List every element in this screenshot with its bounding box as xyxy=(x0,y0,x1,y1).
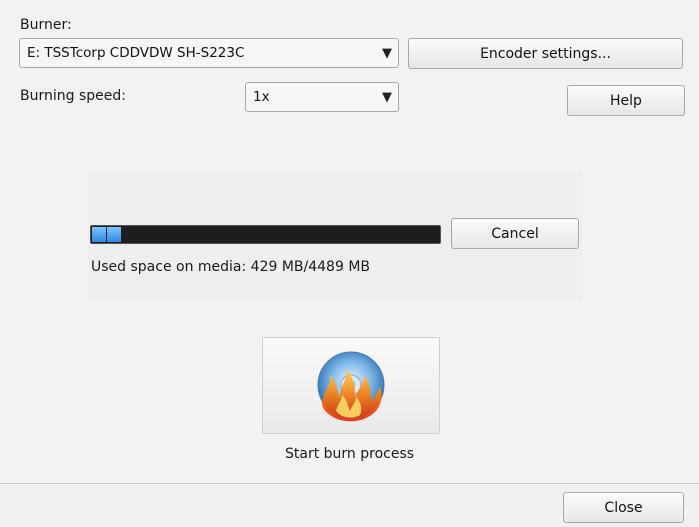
encoder-settings-button[interactable]: Encoder settings... xyxy=(408,38,683,69)
burner-select-value: E: TSSTcorp CDDVDW SH-S223C xyxy=(27,45,245,61)
cancel-button[interactable]: Cancel xyxy=(451,218,579,249)
burning-speed-select[interactable]: 1x ▼ xyxy=(245,82,399,112)
chevron-down-icon: ▼ xyxy=(382,45,392,61)
media-usage-progress-bar xyxy=(90,225,441,244)
burning-speed-value: 1x xyxy=(253,89,270,105)
progress-fill-segment xyxy=(107,227,122,242)
start-burn-label: Start burn process xyxy=(285,446,415,462)
burner-select[interactable]: E: TSSTcorp CDDVDW SH-S223C ▼ xyxy=(19,38,399,68)
burner-label: Burner: xyxy=(20,17,72,33)
burning-speed-label: Burning speed: xyxy=(20,88,126,104)
close-button[interactable]: Close xyxy=(563,492,684,523)
chevron-down-icon: ▼ xyxy=(382,89,392,105)
progress-fill-segment xyxy=(92,227,107,242)
help-button[interactable]: Help xyxy=(567,85,685,116)
burning-disc-icon xyxy=(317,351,385,421)
start-burn-button[interactable] xyxy=(262,337,440,434)
used-space-text: Used space on media: 429 MB/4489 MB xyxy=(91,259,371,275)
